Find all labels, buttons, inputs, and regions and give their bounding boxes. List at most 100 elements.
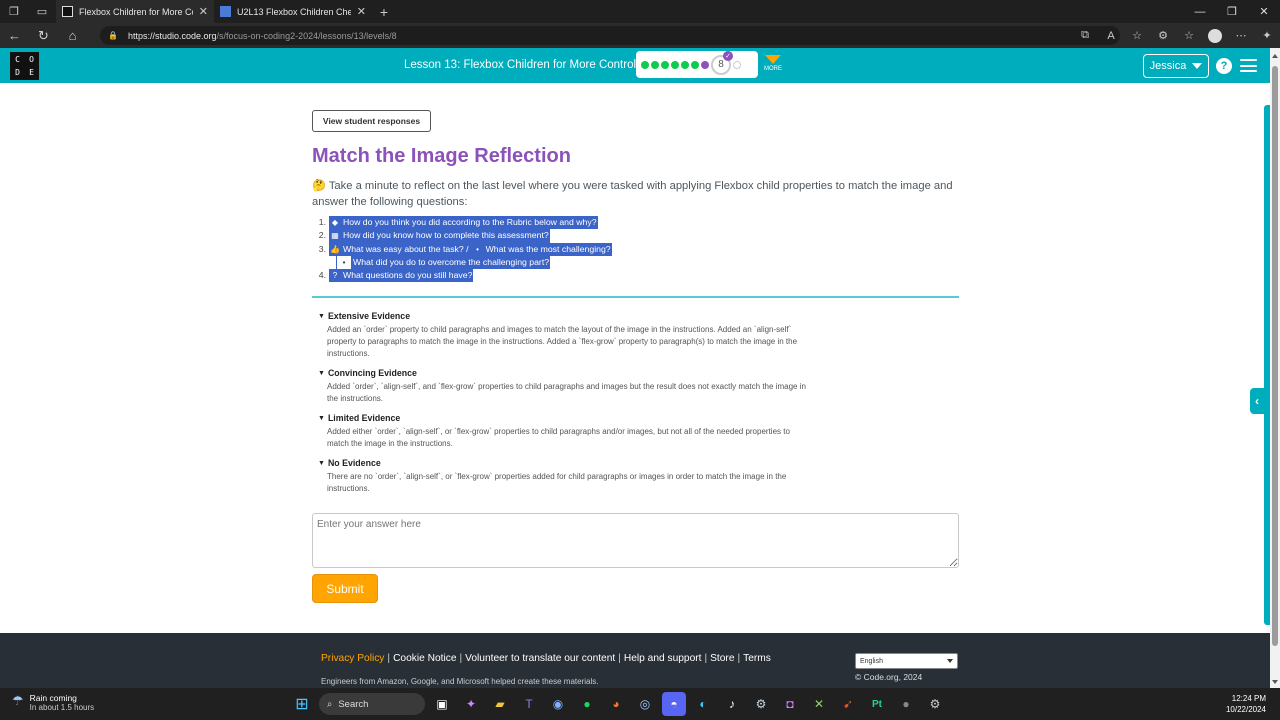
spotify-icon[interactable]: ● <box>575 692 599 716</box>
game-icon[interactable]: ➹ <box>836 692 860 716</box>
rubric-toggle[interactable]: ▼ No Evidence <box>318 457 808 469</box>
app-install-icon[interactable]: ⧉ <box>1072 29 1098 42</box>
workspaces-icon[interactable]: ❐ <box>0 0 28 23</box>
tab-actions-icon[interactable]: ▭ <box>28 0 56 23</box>
refresh-icon[interactable]: ↻ <box>29 23 58 48</box>
answer-textarea[interactable] <box>312 513 959 568</box>
rubric-toggle[interactable]: ▼ Extensive Evidence <box>318 310 808 322</box>
level-bubble[interactable] <box>641 60 649 69</box>
level-bubble[interactable] <box>691 60 699 69</box>
level-bubble[interactable] <box>671 60 679 69</box>
app-icon[interactable]: ⚙ <box>923 692 947 716</box>
taskbar-clock[interactable]: 12:24 PM 10/22/2024 <box>1226 693 1266 715</box>
more-button[interactable]: MORE <box>762 55 784 72</box>
firefox-icon[interactable]: ◕ <box>604 692 628 716</box>
restore-icon[interactable]: ❐ <box>1216 0 1248 23</box>
level-bubble[interactable] <box>681 60 689 69</box>
code-org-logo[interactable]: C O D E <box>10 52 39 80</box>
close-tab-icon[interactable]: ✕ <box>357 5 366 18</box>
volunteer-translate-link[interactable]: Volunteer to translate our content <box>465 653 615 664</box>
hamburger-menu-icon[interactable] <box>1240 59 1257 72</box>
level-bubble[interactable] <box>733 60 741 69</box>
rubric-toggle[interactable]: ▼ Limited Evidence <box>318 412 808 424</box>
more-label: MORE <box>764 66 782 72</box>
teams-icon[interactable]: T <box>517 692 541 716</box>
checkered-flag-icon: ▦ <box>331 231 339 241</box>
task-view-icon[interactable]: ▣ <box>430 692 454 716</box>
new-tab-icon[interactable]: + <box>372 4 396 20</box>
steam-icon[interactable]: ⚙ <box>749 692 773 716</box>
lesson-title[interactable]: Lesson 13: Flexbox Children for More Con… <box>404 59 636 71</box>
browser-tab-cheat-sheet[interactable]: U2L13 Flexbox Children Cheat Sh ✕ <box>214 0 372 23</box>
favorite-star-icon[interactable]: ☆ <box>1124 29 1150 42</box>
code-org-header: C O D E Lesson 13: Flexbox Children for … <box>0 48 1270 83</box>
extensions-icon[interactable]: ⚙ <box>1150 29 1176 42</box>
xbox-icon[interactable]: ✕ <box>807 692 831 716</box>
chrome-icon[interactable]: ◉ <box>546 692 570 716</box>
windows-start-icon[interactable]: ⊞ <box>290 692 314 716</box>
pycharm-icon[interactable]: Pt <box>865 692 889 716</box>
user-name: Jessica <box>1149 60 1187 72</box>
privacy-policy-link[interactable]: Privacy Policy <box>321 653 384 664</box>
page-footer: Privacy Policy | Cookie Notice | Volunte… <box>0 633 1270 688</box>
terms-link[interactable]: Terms <box>743 653 771 664</box>
taskbar-apps: ⊞ ⌕ Search ▣ ✦ ▰ T ◉ ● ◕ ◎ ◓ ◐ ♪ ⚙ ◘ ✕ ➹… <box>290 692 947 716</box>
question-item: 4. ? What questions do you still have? <box>312 269 612 283</box>
section-divider <box>312 296 959 298</box>
url-input[interactable]: 🔒 https://studio.code.org/s/focus-on-cod… <box>100 26 1120 45</box>
more-options-icon[interactable]: ⋯ <box>1228 29 1254 42</box>
edge-icon[interactable]: ◐ <box>691 692 715 716</box>
taskbar-search[interactable]: ⌕ Search <box>319 693 425 715</box>
copilot-app-icon[interactable]: ✦ <box>459 692 483 716</box>
expanded-triangle-icon: ▼ <box>318 369 325 377</box>
view-student-responses-button[interactable]: View student responses <box>312 110 431 132</box>
close-tab-icon[interactable]: ✕ <box>199 5 208 18</box>
scroll-up-icon[interactable] <box>1272 54 1278 58</box>
app-icon[interactable]: ◘ <box>778 692 802 716</box>
app-icon[interactable]: ◎ <box>633 692 657 716</box>
current-level-number: 8 <box>718 59 724 70</box>
minimize-icon[interactable]: — <box>1184 0 1216 23</box>
profile-avatar[interactable] <box>1208 28 1222 43</box>
weather-widget[interactable]: ☂ Rain coming In about 1.5 hours <box>12 693 94 712</box>
cookie-notice-link[interactable]: Cookie Notice <box>393 653 456 664</box>
music-icon[interactable]: ♪ <box>720 692 744 716</box>
read-aloud-icon[interactable]: A <box>1098 30 1124 42</box>
question-number: 2. <box>318 230 326 241</box>
level-bubble[interactable] <box>701 60 709 69</box>
rubric-toggle[interactable]: ▼ Convincing Evidence <box>318 367 808 379</box>
logo-letter: C <box>15 54 20 64</box>
app-icon[interactable]: ● <box>894 692 918 716</box>
submit-button[interactable]: Submit <box>312 574 378 603</box>
language-select[interactable]: English <box>855 653 958 669</box>
current-level-bubble[interactable]: 8 ✓ <box>711 50 733 75</box>
help-support-link[interactable]: Help and support <box>624 653 702 664</box>
scroll-thumb[interactable] <box>1272 66 1278 646</box>
bullet-icon: • <box>337 255 351 270</box>
scroll-down-icon[interactable] <box>1272 680 1278 684</box>
browser-tab-flexbox[interactable]: Flexbox Children for More Contro ✕ <box>56 0 214 23</box>
back-icon[interactable]: ← <box>0 23 29 48</box>
home-icon[interactable]: ⌂ <box>58 23 87 48</box>
favorites-icon[interactable]: ☆ <box>1176 29 1202 42</box>
discord-icon[interactable]: ◓ <box>662 692 686 716</box>
close-window-icon[interactable]: ✕ <box>1248 0 1280 23</box>
level-bubble[interactable] <box>651 60 659 69</box>
rubric-item: ▼ Convincing Evidence Added `order`, `ali… <box>318 367 808 405</box>
intro-text: Take a minute to reflect on the last lev… <box>312 180 953 208</box>
weather-title: Rain coming <box>29 693 77 703</box>
collapse-panel-chevron-icon[interactable]: ‹ <box>1250 388 1264 414</box>
window-controls: — ❐ ✕ <box>1184 0 1280 23</box>
help-icon[interactable]: ? <box>1216 58 1232 74</box>
side-panel-edge <box>1264 105 1270 625</box>
page-scrollbar[interactable] <box>1270 48 1280 688</box>
browser-tab-strip: ❐ ▭ Flexbox Children for More Contro ✕ U… <box>0 0 1280 23</box>
caret-down-icon <box>1192 63 1203 69</box>
copilot-icon[interactable]: ✦ <box>1254 29 1280 42</box>
file-explorer-icon[interactable]: ▰ <box>488 692 512 716</box>
user-menu-button[interactable]: Jessica <box>1143 54 1209 78</box>
thumbs-up-icon: 👍 <box>330 244 340 254</box>
rubric-description: Added an `order` property to child parag… <box>327 325 798 358</box>
store-link[interactable]: Store <box>710 653 734 664</box>
level-bubble[interactable] <box>661 60 669 69</box>
